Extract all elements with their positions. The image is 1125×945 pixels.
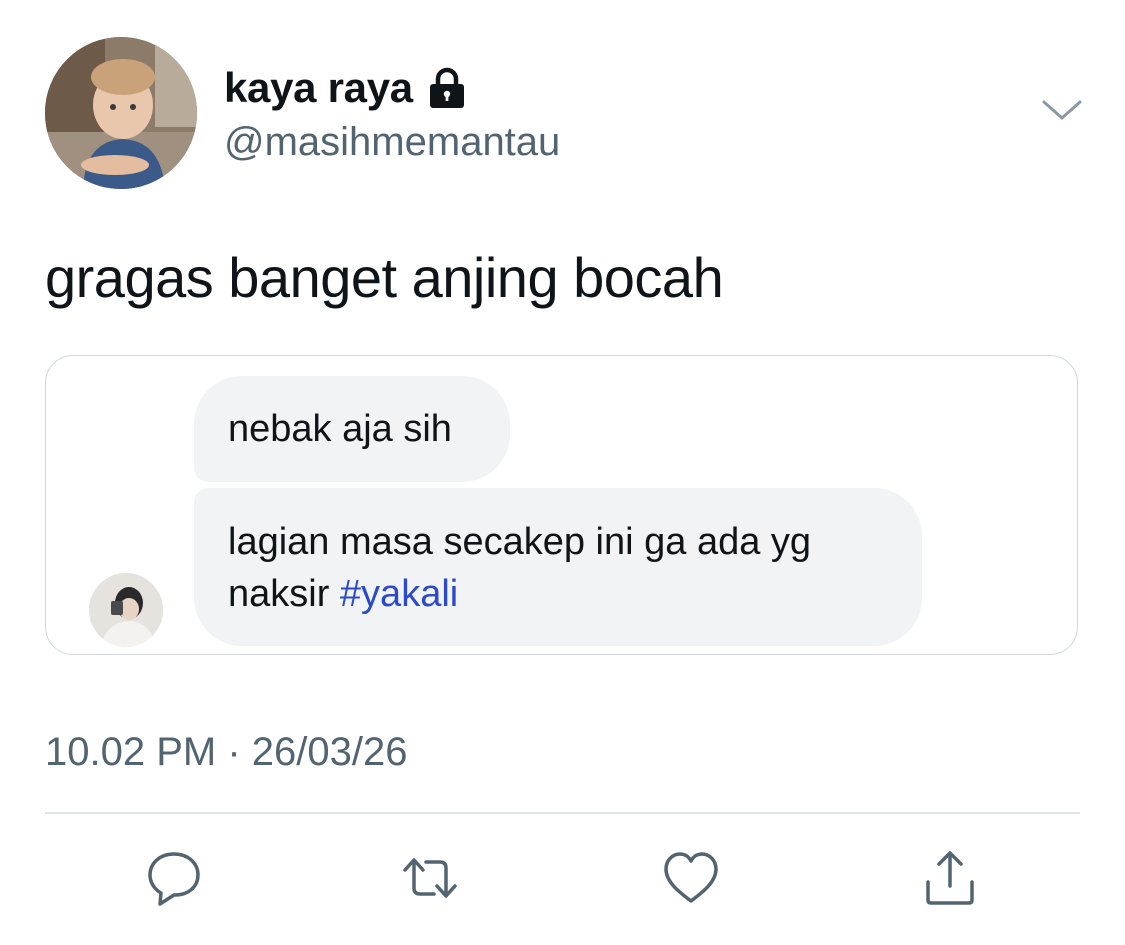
tweet: kaya raya @masihmemantau gragas banget a… xyxy=(0,0,1125,945)
hashtag-link[interactable]: #yakali xyxy=(340,573,458,615)
share-icon[interactable] xyxy=(920,848,980,908)
retweet-icon[interactable] xyxy=(400,848,460,908)
divider xyxy=(45,812,1080,814)
chat-bubble: lagian masa secakep ini ga ada yg naksir… xyxy=(194,488,922,646)
heart-icon[interactable] xyxy=(661,848,721,908)
user-handle[interactable]: @masihmemantau xyxy=(224,118,560,166)
tweet-timestamp: 10.02 PM · 26/03/26 xyxy=(45,730,408,774)
profile-avatar[interactable] xyxy=(45,37,197,189)
lock-icon xyxy=(427,67,467,109)
chat-message-text: nebak aja sih xyxy=(228,408,452,450)
avatar-photo xyxy=(45,37,197,189)
display-name[interactable]: kaya raya xyxy=(224,64,467,112)
quoted-chat-image[interactable]: nebak aja sih lagian masa secakep ini ga… xyxy=(45,355,1078,655)
display-name-text: kaya raya xyxy=(224,64,413,111)
reply-icon[interactable] xyxy=(144,848,204,908)
chevron-down-icon[interactable] xyxy=(1040,96,1084,124)
tweet-text: gragas banget anjing bocah xyxy=(45,246,724,309)
chat-avatar xyxy=(89,573,163,647)
chat-message-text: lagian masa secakep ini ga ada yg naksir xyxy=(228,521,812,615)
chat-bubble: nebak aja sih xyxy=(194,376,510,482)
